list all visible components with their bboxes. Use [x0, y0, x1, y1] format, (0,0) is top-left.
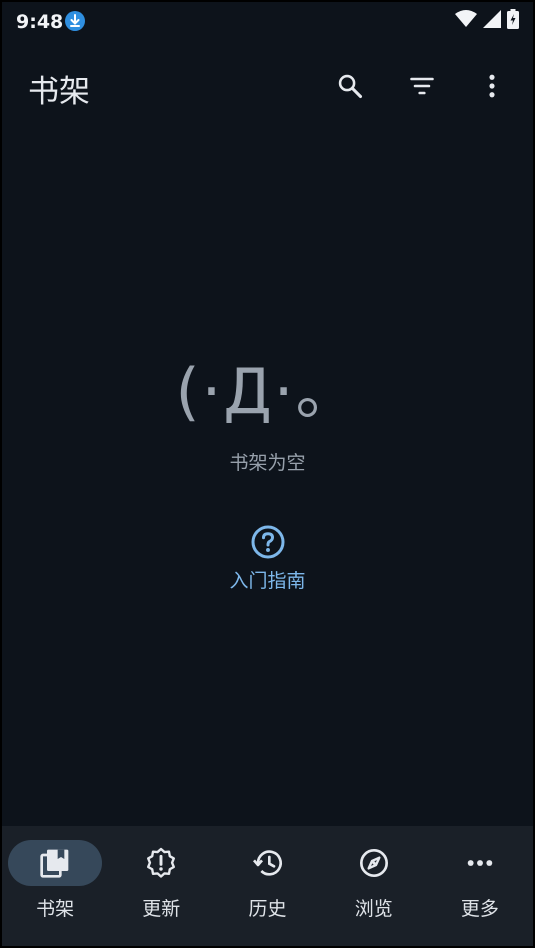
- filter-icon: [410, 77, 434, 95]
- status-bar: 9:48: [2, 2, 533, 42]
- explore-icon: [359, 849, 388, 877]
- getting-started-link[interactable]: 入门指南: [2, 524, 533, 593]
- nav-label-library: 书架: [36, 898, 75, 920]
- page-title: 书架: [28, 74, 90, 110]
- more-vert-icon: [489, 74, 495, 98]
- bottom-navigation: 书架 更新 历史 浏览 更多: [2, 826, 533, 946]
- battery-charging-icon: [507, 9, 519, 33]
- nav-item-history[interactable]: 历史: [214, 826, 320, 946]
- search-icon: [338, 74, 363, 99]
- wifi-icon: [455, 10, 477, 32]
- status-time: 9:48: [16, 11, 64, 33]
- nav-item-updates[interactable]: 更新: [108, 826, 214, 946]
- more-options-button[interactable]: [476, 70, 508, 102]
- download-notification-icon: [64, 10, 86, 32]
- nav-item-browse[interactable]: 浏览: [321, 826, 427, 946]
- signal-icon: [483, 10, 501, 32]
- nav-item-more[interactable]: 更多: [427, 826, 533, 946]
- system-icons: [455, 9, 519, 33]
- empty-face: (·Д·。: [175, 355, 360, 428]
- app-screen: 9:48 书架 (·Д·。 书架为空 入门指南 书架 更新 历史 浏览 更多: [0, 0, 535, 948]
- empty-state: (·Д·。 书架为空: [2, 352, 533, 475]
- new-releases-icon: [147, 847, 176, 878]
- filter-button[interactable]: [406, 70, 438, 102]
- history-icon: [252, 850, 282, 876]
- library-icon: [40, 849, 69, 878]
- nav-active-indicator: [8, 840, 103, 886]
- more-horiz-icon: [467, 860, 493, 866]
- nav-label-more: 更多: [460, 898, 499, 920]
- nav-item-library[interactable]: 书架: [2, 826, 108, 946]
- guide-label: 入门指南: [229, 570, 306, 592]
- nav-label-browse: 浏览: [354, 898, 393, 920]
- nav-label-history: 历史: [248, 898, 287, 920]
- empty-message: 书架为空: [229, 452, 306, 474]
- help-circle-icon: [251, 525, 284, 559]
- nav-label-updates: 更新: [142, 898, 181, 920]
- top-app-bar: 书架: [2, 54, 533, 118]
- search-button[interactable]: [334, 70, 366, 102]
